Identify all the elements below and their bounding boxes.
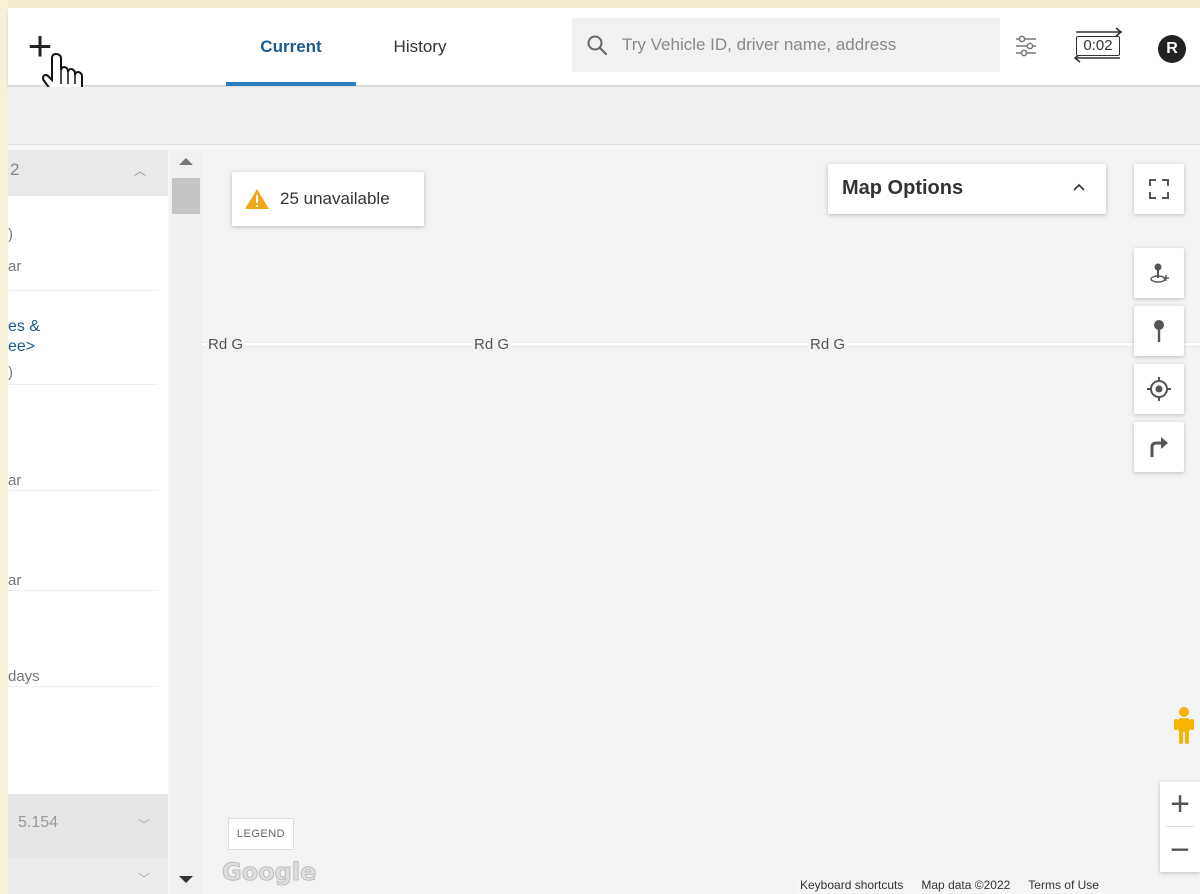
search-input[interactable]: [622, 35, 982, 55]
scrollbar-thumb[interactable]: [172, 178, 200, 214]
unavailable-vehicles-button[interactable]: 25 unavailable: [232, 172, 424, 226]
window-frame-left: [0, 0, 8, 894]
chevron-down-icon: ﹀: [138, 872, 151, 886]
zoom-in-button[interactable]: +: [1160, 782, 1200, 826]
map-data-credit: Map data ©2022: [921, 878, 1011, 892]
sub-toolbar: [8, 87, 1200, 145]
fullscreen-icon: [1149, 179, 1169, 199]
street-view-pegman-icon[interactable]: [1170, 706, 1198, 746]
tab-history-label: History: [393, 37, 447, 56]
zoom-out-button[interactable]: −: [1160, 828, 1200, 872]
list-item-text: ar: [8, 572, 22, 589]
list-item-text: ar: [8, 472, 22, 489]
pin-button[interactable]: [1134, 306, 1184, 356]
tab-history[interactable]: History: [370, 8, 470, 86]
search-box: [572, 18, 1000, 72]
tab-current[interactable]: Current: [226, 8, 356, 86]
directions-button[interactable]: [1134, 422, 1184, 472]
list-item-link[interactable]: es &: [8, 318, 40, 336]
list-divider: [8, 384, 158, 385]
map-options-dropdown[interactable]: Map Options: [828, 164, 1106, 214]
search-icon: [572, 18, 622, 72]
filter-settings-icon[interactable]: [1012, 32, 1040, 60]
chevron-down-icon: ﹀: [138, 818, 151, 832]
auto-refresh-timer[interactable]: 0:02: [1062, 24, 1134, 66]
scroll-up-arrow-icon[interactable]: [179, 158, 193, 165]
list-item-text: ): [8, 364, 13, 381]
map-options-label: Map Options: [842, 177, 964, 199]
list-divider: [8, 590, 158, 591]
pin-icon: [1154, 320, 1164, 342]
scroll-down-arrow-icon[interactable]: [179, 876, 193, 883]
list-group-header[interactable]: 2 ︿: [8, 150, 168, 196]
add-place-button[interactable]: [1134, 248, 1184, 298]
refresh-timer-value: 0:02: [1076, 36, 1120, 56]
add-location-icon: [1150, 263, 1169, 283]
road-label: Rd G: [472, 336, 512, 353]
tab-current-label: Current: [260, 37, 322, 56]
list-footer-value: 5.154: [18, 814, 59, 831]
top-bar: + Current History 0:: [8, 8, 1200, 86]
google-logo: Google: [221, 858, 317, 887]
fullscreen-button[interactable]: [1134, 164, 1184, 214]
map-canvas[interactable]: Rd G Rd G Rd G 25 unavailable Map Option…: [202, 150, 1200, 894]
list-item-text: ): [8, 226, 13, 243]
list-group-header-label: 2: [10, 160, 20, 179]
road-label: Rd G: [808, 336, 848, 353]
keyboard-shortcuts-link[interactable]: Keyboard shortcuts: [800, 878, 903, 894]
map-attribution: Keyboard shortcuts Map data ©2022 Terms …: [796, 878, 1103, 894]
zoom-control: + −: [1160, 782, 1200, 872]
chevron-up-icon: ︿: [134, 164, 147, 178]
road-line: [202, 342, 1200, 347]
list-group-footer-collapsed[interactable]: ﹀: [8, 858, 168, 894]
list-item-link[interactable]: ee>: [8, 338, 35, 356]
list-item-text: days: [8, 668, 40, 685]
list-divider: [8, 290, 158, 291]
terms-of-use-link[interactable]: Terms of Use: [1028, 878, 1099, 894]
list-divider: [8, 686, 158, 687]
avatar[interactable]: R: [1158, 35, 1186, 63]
chevron-up-icon: [1073, 183, 1085, 191]
vehicle-list-panel: 2 ︿ ) ar es & ee> ) ar ar days 5.154 ﹀ ﹀: [8, 150, 168, 894]
list-divider: [8, 490, 158, 491]
road-label: Rd G: [206, 336, 246, 353]
list-scrollbar[interactable]: [170, 150, 202, 894]
my-location-button[interactable]: [1134, 364, 1184, 414]
legend-button[interactable]: LEGEND: [228, 818, 294, 850]
window-frame-top: [0, 0, 1200, 8]
zoom-divider: [1166, 826, 1194, 827]
list-group-footer[interactable]: 5.154 ﹀: [8, 794, 168, 858]
warning-icon: [245, 189, 269, 209]
turn-right-arrow-icon: [1150, 437, 1168, 457]
crosshair-location-icon: [1147, 377, 1171, 401]
unavailable-count-label: 25 unavailable: [280, 189, 390, 208]
list-item-text: ar: [8, 258, 22, 275]
